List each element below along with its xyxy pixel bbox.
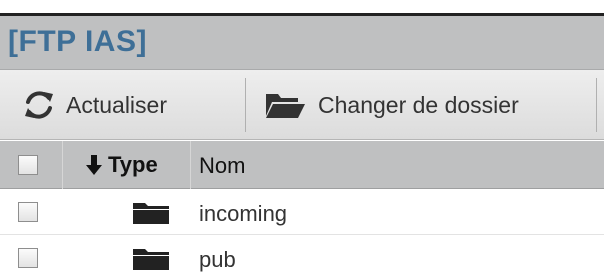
column-separator xyxy=(62,141,63,189)
column-header-type-label: Type xyxy=(108,152,158,177)
select-all-checkbox[interactable] xyxy=(18,155,38,175)
window-title: [FTP IAS] xyxy=(8,25,147,58)
column-separator xyxy=(190,141,191,189)
toolbar: Actualiser Changer de dossier xyxy=(0,70,604,140)
folder-open-icon xyxy=(266,94,305,118)
change-folder-button[interactable]: Changer de dossier xyxy=(264,70,519,140)
sort-arrow-down-icon xyxy=(86,155,102,175)
toolbar-separator xyxy=(245,78,246,132)
file-name[interactable]: incoming xyxy=(199,201,287,227)
window-top-edge xyxy=(0,0,604,16)
row-checkbox[interactable] xyxy=(18,202,38,222)
folder-icon xyxy=(133,203,169,224)
toolbar-separator xyxy=(596,78,597,132)
folder-icon xyxy=(133,249,169,270)
table-row[interactable]: incoming xyxy=(0,190,604,235)
column-header-type[interactable]: Type xyxy=(86,141,158,189)
table-row[interactable]: pub xyxy=(0,236,604,279)
column-header-name[interactable]: Nom xyxy=(199,153,245,179)
refresh-label: Actualiser xyxy=(66,91,167,118)
file-name[interactable]: pub xyxy=(199,247,236,273)
refresh-button[interactable]: Actualiser xyxy=(22,70,167,140)
change-folder-label: Changer de dossier xyxy=(318,91,519,118)
row-checkbox[interactable] xyxy=(18,248,38,268)
title-bar: [FTP IAS] xyxy=(0,16,604,70)
table-header: Type Nom xyxy=(0,141,604,189)
refresh-icon xyxy=(25,91,53,119)
